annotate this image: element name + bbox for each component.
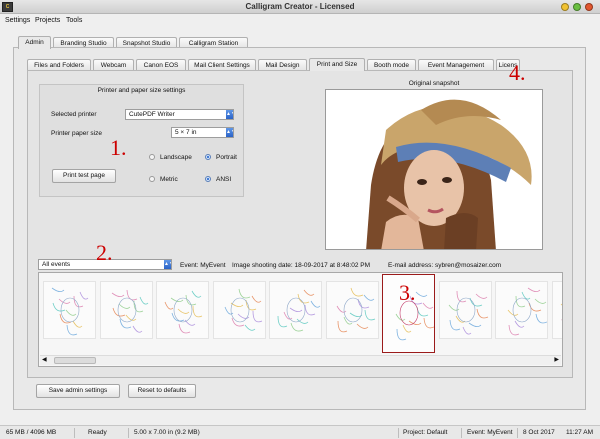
portrait-label: Portrait — [216, 154, 237, 161]
original-snapshot-image — [325, 89, 543, 250]
printer-select[interactable]: CutePDF Writer ▲▼ — [125, 109, 234, 120]
shooting-date: Image shooting date: 18-09-2017 at 8:48:… — [232, 262, 371, 269]
ansi-label: ANSI — [216, 176, 232, 183]
annotation-2: 2. — [96, 240, 113, 265]
scroll-left-icon[interactable]: ◀ — [42, 356, 47, 365]
selected-printer-label: Selected printer — [51, 111, 97, 118]
printer-select-value: CutePDF Writer — [129, 111, 175, 118]
paper-size-select[interactable]: 5 × 7 in ▲▼ — [171, 127, 234, 138]
email-address: E-mail address: sybren@mosaizer.com — [388, 262, 502, 269]
snapshot-thumbnail[interactable] — [438, 281, 492, 339]
minimize-button[interactable] — [561, 3, 569, 11]
annotation-3: 3. — [399, 280, 416, 305]
ansi-radio[interactable] — [205, 176, 211, 182]
snapshot-thumbnail[interactable] — [551, 281, 562, 339]
menu-bar: Settings Projects Tools — [0, 15, 600, 27]
snapshot-thumbnail[interactable] — [99, 281, 153, 339]
paper-size-value: 5 × 7 in — [175, 129, 197, 136]
menu-settings[interactable]: Settings — [5, 17, 30, 24]
scroll-right-icon[interactable]: ▶ — [554, 356, 559, 365]
tab-admin[interactable]: Admin — [18, 36, 51, 49]
close-button[interactable] — [585, 3, 593, 11]
annotation-4: 4. — [509, 60, 526, 85]
print-size: 5.00 x 7.00 in (9.2 MB) — [134, 429, 200, 436]
snapshot-thumbnail[interactable] — [212, 281, 266, 339]
event-status: Event: MyEvent — [467, 429, 513, 436]
annotation-1: 1. — [110, 135, 127, 160]
title-bar[interactable]: C Calligram Creator - Licensed — [0, 0, 600, 14]
horizontal-scrollbar[interactable]: ◀ ▶ — [40, 355, 561, 365]
snapshot-thumbnail[interactable] — [156, 281, 209, 339]
time: 11:27 AM — [566, 429, 593, 436]
portrait-photo — [326, 90, 542, 249]
print-test-page-button[interactable]: Print test page — [52, 169, 116, 183]
date: 8 Oct 2017 — [523, 429, 555, 436]
event-name: Event: MyEvent — [180, 262, 226, 269]
snapshot-thumbnail[interactable] — [269, 281, 322, 339]
group-title: Printer and paper size settings — [97, 87, 186, 94]
maximize-button[interactable] — [573, 3, 581, 11]
scrollbar-thumb[interactable] — [54, 357, 96, 364]
status-text: Ready — [88, 429, 107, 436]
reset-to-defaults-button[interactable]: Reset to defaults — [128, 384, 196, 398]
dropdown-arrow-icon[interactable]: ▲▼ — [226, 128, 233, 137]
status-bar: 65 MB / 4096 MB Ready 5.00 x 7.00 in (9.… — [0, 425, 600, 439]
paper-size-label: Printer paper size — [51, 130, 102, 137]
project-name: Project: Default — [403, 429, 448, 436]
metric-radio[interactable] — [149, 176, 155, 182]
landscape-label: Landscape — [160, 154, 192, 161]
menu-projects[interactable]: Projects — [35, 17, 60, 24]
dropdown-arrow-icon[interactable]: ▲▼ — [164, 260, 171, 269]
metric-label: Metric — [160, 176, 178, 183]
dropdown-arrow-icon[interactable]: ▲▼ — [226, 110, 233, 119]
snapshot-thumbnail[interactable] — [43, 281, 96, 339]
window-title: Calligram Creator - Licensed — [245, 2, 355, 11]
portrait-radio[interactable] — [205, 154, 211, 160]
tab-print-and-size[interactable]: Print and Size — [309, 58, 365, 71]
snapshot-thumbnail[interactable] — [495, 281, 548, 339]
snapshot-thumbnail[interactable] — [325, 281, 379, 339]
event-filter-value: All events — [42, 261, 71, 268]
menu-tools[interactable]: Tools — [66, 17, 82, 24]
memory-usage: 65 MB / 4096 MB — [6, 429, 57, 436]
app-window: C Calligram Creator - Licensed Settings … — [0, 0, 600, 439]
save-admin-settings-button[interactable]: Save admin settings — [36, 384, 120, 398]
landscape-radio[interactable] — [149, 154, 155, 160]
thumbnail-strip[interactable]: ◀ ▶ — [38, 272, 563, 367]
